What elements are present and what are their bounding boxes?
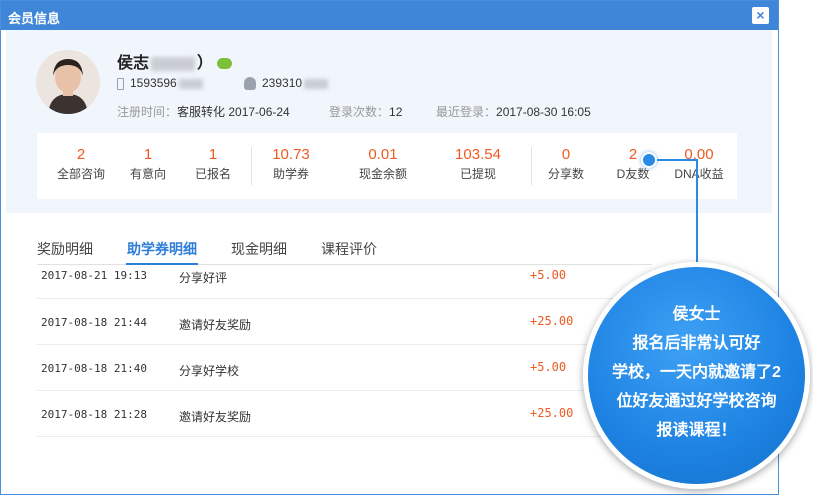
stat-coupon[interactable]: 10.73 助学券 — [261, 145, 321, 183]
table-row: 2017-08-18 21:28 邀请好友奖励 +25.00 — [37, 391, 652, 437]
record-amount: +5.00 — [530, 360, 567, 374]
stat-value: 1 — [143, 146, 153, 163]
masked-qq — [304, 78, 329, 89]
member-name-prefix: 侯志 — [117, 55, 150, 72]
register-time-value: 客服转化 2017-06-24 — [177, 105, 290, 119]
stat-label: DNA收益 — [674, 167, 724, 181]
table-row: 2017-08-18 21:44 邀请好友奖励 +25.00 — [37, 299, 652, 345]
phone-icon — [117, 77, 124, 90]
stat-value: 0.01 — [368, 146, 398, 163]
stat-label: 分享数 — [547, 167, 584, 181]
table-row: 2017-08-21 19:13 分享好评 +5.00 — [37, 253, 652, 299]
record-datetime: 2017-08-18 21:28 — [41, 408, 147, 421]
stat-value: 0 — [561, 146, 571, 163]
callout-line: 报读课程！ — [656, 422, 737, 439]
login-count-label: 登录次数： — [329, 105, 390, 119]
record-amount: +25.00 — [530, 314, 574, 328]
stat-label: 已报名 — [194, 167, 231, 181]
callout-anchor-dot — [641, 152, 657, 168]
callout-line: 位好友通过好学校咨询 — [616, 393, 777, 410]
stat-value: 0.00 — [684, 146, 714, 163]
stat-all-consult[interactable]: 2 全部咨询 — [51, 145, 111, 183]
stat-label: 现金余额 — [358, 167, 407, 181]
login-count: 登录次数：12 — [329, 103, 402, 120]
close-button[interactable]: × — [752, 7, 769, 24]
last-login-label: 最近登录： — [436, 105, 497, 119]
testimonial-callout: 侯女士 报名后非常认可好 学校，一天内就邀请了2 位好友通过好学校咨询 报读课程… — [583, 262, 810, 489]
record-amount: +25.00 — [530, 406, 574, 420]
record-amount: +5.00 — [530, 268, 567, 282]
masked-phone — [178, 78, 203, 89]
record-desc: 分享好学校 — [179, 364, 240, 378]
stat-cash-balance[interactable]: 0.01 现金余额 — [351, 145, 415, 183]
profile-panel: 侯志） 1593596 239310 注册时间：客服转化 2017-06-24 … — [6, 30, 772, 213]
register-time-label: 注册时间： — [117, 105, 178, 119]
stat-value: 1 — [208, 146, 218, 163]
wechat-icon — [217, 58, 233, 70]
record-datetime: 2017-08-18 21:44 — [41, 316, 147, 329]
stats-divider — [531, 147, 532, 185]
register-time: 注册时间：客服转化 2017-06-24 — [117, 103, 290, 120]
member-name: 侯志 ） — [117, 49, 233, 73]
stat-label: 助学券 — [272, 167, 309, 181]
member-name-suffix: ） — [197, 55, 214, 72]
record-datetime: 2017-08-18 21:40 — [41, 362, 147, 375]
avatar — [36, 50, 100, 114]
phone-info: 1593596 — [117, 76, 203, 90]
stat-value: 10.73 — [272, 146, 310, 163]
masked-name — [151, 56, 196, 71]
callout-line: 侯女士 — [672, 306, 721, 323]
callout-text: 侯女士 报名后非常认可好 学校，一天内就邀请了2 位好友通过好学校咨询 报读课程… — [588, 300, 805, 445]
record-desc: 邀请好友奖励 — [179, 318, 252, 332]
stat-dna-income[interactable]: 0.00 DNA收益 — [665, 145, 733, 183]
stat-intent[interactable]: 1 有意向 — [118, 145, 178, 183]
phone-number: 1593596 — [130, 76, 177, 90]
qq-icon — [244, 77, 256, 91]
stat-shares[interactable]: 0 分享数 — [536, 145, 596, 183]
last-login-value: 2017-08-30 16:05 — [496, 105, 591, 119]
table-row: 2017-08-18 21:40 分享好学校 +5.00 — [37, 345, 652, 391]
stat-label: 已提现 — [459, 167, 496, 181]
stat-label: 全部咨询 — [56, 167, 105, 181]
last-login: 最近登录：2017-08-30 16:05 — [436, 103, 591, 120]
window-title: 会员信息 — [8, 11, 61, 26]
stats-bar: 2 全部咨询 1 有意向 1 已报名 10.73 助学券 0.01 现金余额 1… — [37, 133, 737, 199]
title-bar: 会员信息 × — [1, 1, 778, 30]
stat-value: 2 — [76, 146, 86, 163]
stat-label: D友数 — [616, 167, 650, 181]
avatar-photo — [36, 50, 100, 114]
record-desc: 邀请好友奖励 — [179, 410, 252, 424]
stat-value: 103.54 — [455, 146, 501, 163]
qq-number: 239310 — [262, 76, 303, 90]
callout-line: 报名后非常认可好 — [632, 335, 761, 352]
callout-connector — [656, 159, 698, 161]
record-datetime: 2017-08-21 19:13 — [41, 269, 147, 282]
callout-line: 学校，一天内就邀请了2 — [612, 364, 781, 381]
login-count-value: 12 — [389, 105, 403, 119]
record-desc: 分享好评 — [179, 271, 228, 285]
stat-enrolled[interactable]: 1 已报名 — [183, 145, 243, 183]
stat-withdrawn[interactable]: 103.54 已提现 — [443, 145, 513, 183]
stat-label: 有意向 — [129, 167, 166, 181]
stats-divider — [251, 147, 252, 185]
qq-info: 239310 — [244, 76, 329, 91]
